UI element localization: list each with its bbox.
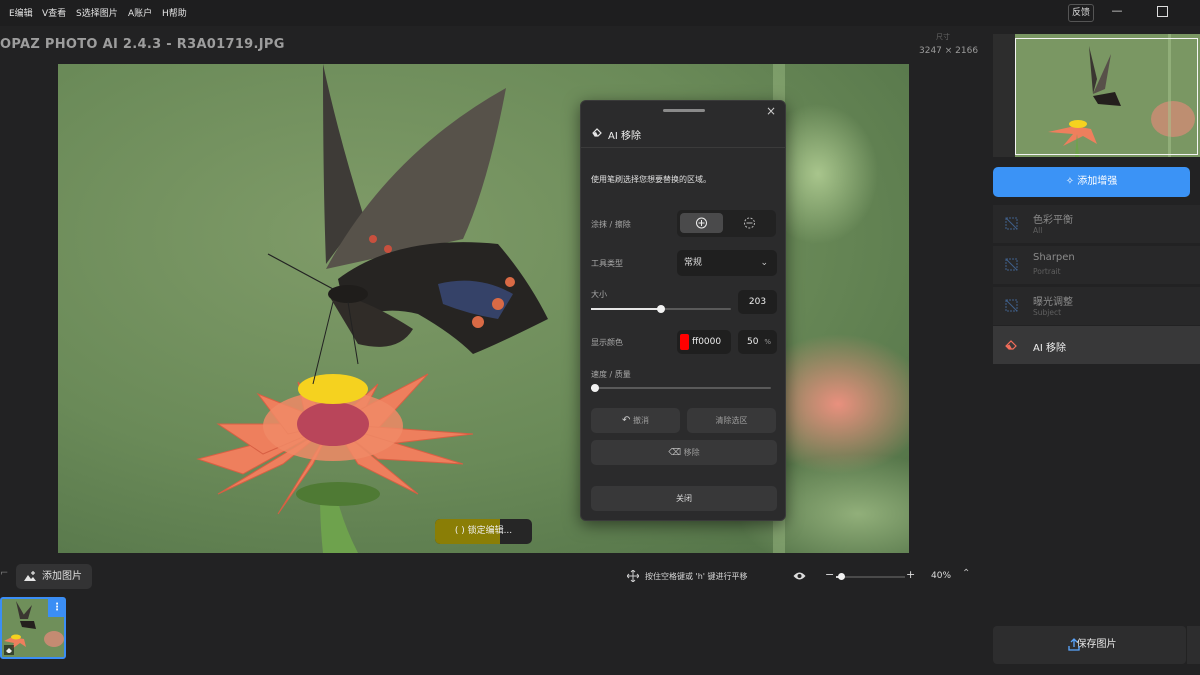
erase-mode-button[interactable] (728, 213, 771, 233)
zoom-in-button[interactable]: + (906, 568, 915, 581)
menu-help[interactable]: H帮助 (162, 6, 187, 19)
speed-quality-label: 速度 / 质量 (591, 370, 631, 379)
enhancement-sharpen[interactable]: Sharpen Portrait (993, 246, 1200, 284)
enhancement-name: AI 移除 (1033, 343, 1066, 354)
display-color-hex: ff0000 (692, 337, 722, 347)
remove-button[interactable]: ⌫ 移除 (591, 440, 777, 465)
menu-view[interactable]: V查看 (42, 6, 66, 19)
display-opacity-value: 50 (747, 337, 759, 347)
lock-edit-label: ( ) 锁定编辑... (454, 526, 513, 536)
minimize-button[interactable]: — (1110, 4, 1124, 20)
enhancement-name: Sharpen (1033, 252, 1075, 263)
menu-edit[interactable]: E编辑 (9, 6, 33, 19)
enhancement-scope: All (1033, 226, 1043, 235)
image-size-label: 尺寸 (936, 33, 950, 41)
disabled-icon (1005, 299, 1018, 312)
feedback-button[interactable]: 反馈 (1068, 4, 1094, 22)
brush-add-icon (696, 217, 707, 229)
zoom-value[interactable]: 40% (931, 571, 951, 581)
add-photo-button[interactable]: 添加图片 (16, 564, 92, 589)
disabled-icon (1005, 217, 1018, 230)
display-color-label: 显示颜色 (591, 338, 623, 347)
add-enhancement-button[interactable]: ✧ 添加增强 (993, 167, 1190, 197)
panel-title: AI 移除 (608, 131, 641, 142)
menu-account[interactable]: A账户 (128, 6, 152, 19)
eraser-icon: ⌫ (668, 448, 682, 458)
disabled-icon (1005, 258, 1018, 271)
undo-button[interactable]: ↶ 撤消 (591, 408, 680, 433)
zoom-slider[interactable] (836, 573, 905, 580)
image-size-value: 3247 × 2166 (919, 46, 979, 56)
enhancement-name: 色彩平衡 (1033, 215, 1073, 226)
add-photo-label: 添加图片 (42, 571, 82, 582)
menu-select-image[interactable]: S选择图片 (76, 6, 118, 19)
panel-header: AI 移除 (581, 118, 785, 148)
size-slider-fill (591, 308, 661, 310)
tool-type-select[interactable]: 常规 ⌄ (677, 250, 777, 276)
eraser-badge-icon (4, 645, 14, 655)
eraser-icon (592, 128, 602, 137)
menu-bar: E编辑 V查看 S选择图片 A账户 H帮助 反馈 — (0, 0, 1200, 26)
panel-description: 使用笔刷选择您想要替换的区域。 (591, 175, 711, 184)
document-title: OPAZ PHOTO AI 2.4.3 - R3A01719.JPG (0, 37, 285, 52)
chevron-down-icon: ⌄ (760, 258, 768, 268)
remove-label: 移除 (683, 448, 700, 457)
tool-type-value: 常规 (684, 258, 703, 268)
enhancement-scope: Portrait (1033, 267, 1061, 276)
lock-edit-progress: ( ) 锁定编辑... (435, 519, 532, 544)
move-icon (627, 570, 639, 582)
percent-unit: % (764, 338, 771, 346)
display-color-input[interactable]: ff0000 (677, 330, 731, 354)
size-slider[interactable] (591, 305, 731, 313)
collapse-handle[interactable]: ⌐ (0, 568, 8, 579)
maximize-button[interactable] (1157, 6, 1168, 17)
undo-icon: ↶ (622, 415, 631, 426)
brush-subtract-icon (744, 217, 755, 229)
upload-icon (1068, 638, 1080, 651)
speed-quality-thumb[interactable] (591, 384, 599, 392)
ai-remove-panel: × AI 移除 使用笔刷选择您想要替换的区域。 涂抹 / 擦除 工具类型 常规 … (580, 100, 786, 521)
tool-type-label: 工具类型 (591, 259, 623, 268)
viewport-frame[interactable] (1015, 38, 1198, 155)
sparkle-icon: ✧ (1065, 176, 1075, 187)
enhancement-ai-remove[interactable]: AI 移除 (993, 326, 1200, 364)
enhancement-name: 曝光调整 (1033, 297, 1073, 308)
thumbnail-menu-button[interactable]: ⋮ (48, 599, 64, 617)
size-slider-thumb[interactable] (657, 305, 665, 313)
zoom-slider-thumb[interactable] (838, 573, 845, 580)
navigator-preview[interactable] (993, 34, 1200, 157)
image-thumbnail[interactable]: ⋮ (0, 597, 66, 659)
paint-mode-button[interactable] (680, 213, 723, 233)
save-image-button[interactable]: 保存图片 (993, 626, 1186, 664)
eye-icon[interactable] (793, 571, 806, 581)
panel-drag-handle[interactable] (663, 109, 705, 112)
paint-erase-label: 涂抹 / 擦除 (591, 220, 631, 229)
add-enhancement-label: 添加增强 (1077, 176, 1118, 187)
speed-quality-slider[interactable] (591, 384, 771, 392)
close-icon[interactable]: × (766, 104, 776, 118)
add-image-icon (24, 571, 36, 581)
eraser-icon (1005, 340, 1017, 350)
size-label: 大小 (591, 290, 607, 299)
undo-label: 撤消 (632, 416, 649, 425)
close-panel-button[interactable]: 关闭 (591, 486, 777, 511)
color-swatch[interactable] (680, 334, 689, 350)
clear-selection-button[interactable]: 清除选区 (687, 408, 776, 433)
paint-erase-toggle (677, 210, 776, 237)
size-value-input[interactable]: 203 (738, 290, 777, 314)
enhancement-scope: Subject (1033, 308, 1062, 317)
pan-hint: 按住空格键或 'h' 键进行平移 (645, 572, 748, 581)
zoom-out-button[interactable]: − (825, 568, 834, 581)
save-options-button[interactable] (1186, 626, 1200, 664)
enhancement-exposure[interactable]: 曝光调整 Subject (993, 287, 1200, 325)
enhancement-color-balance[interactable]: 色彩平衡 All (993, 205, 1200, 243)
display-opacity-input[interactable]: 50 % (738, 330, 777, 354)
chevron-up-icon[interactable]: ⌃ (962, 568, 970, 579)
